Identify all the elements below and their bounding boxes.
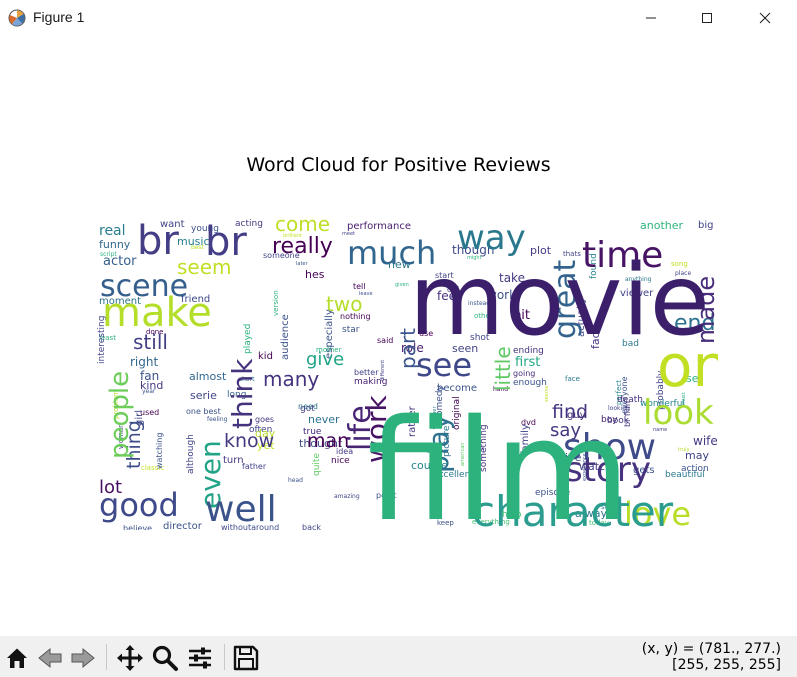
minimize-button[interactable] xyxy=(628,0,674,36)
word-later: later xyxy=(296,261,308,267)
word-making: making xyxy=(354,377,387,387)
pan-button[interactable] xyxy=(116,644,144,672)
configure-subplots-icon xyxy=(189,647,211,669)
word-br: br xyxy=(137,219,179,264)
maximize-button[interactable] xyxy=(684,0,730,36)
back-button[interactable] xyxy=(36,644,64,672)
word-hes: hes xyxy=(305,268,325,281)
word-really: really xyxy=(272,234,333,259)
word-right: right xyxy=(130,355,158,369)
word-head: head xyxy=(288,477,303,484)
word-amazing: amazing xyxy=(334,493,360,500)
word-believe: believe xyxy=(123,524,152,530)
word-well: well xyxy=(205,489,277,530)
word-funny: funny xyxy=(99,238,131,251)
word-actor: actor xyxy=(103,254,137,269)
word-many: many xyxy=(263,367,319,391)
word-feeling: feeling xyxy=(207,416,228,423)
save-icon xyxy=(233,645,259,671)
word-almost: almost xyxy=(189,370,227,383)
word-never: never xyxy=(308,413,340,426)
toolbar-separator xyxy=(224,644,225,670)
word-another: another xyxy=(640,219,683,232)
word-two: two xyxy=(326,292,362,316)
word-wife: wife xyxy=(693,434,718,448)
title-bar: Figure 1 xyxy=(0,0,797,36)
forward-button[interactable] xyxy=(69,644,97,672)
word-quite: quite xyxy=(312,453,322,476)
word-good: good xyxy=(99,486,179,524)
word-br-2: br xyxy=(205,219,247,265)
word-given: given xyxy=(395,282,409,288)
word-kid: kid xyxy=(258,351,273,362)
home-button[interactable] xyxy=(3,644,31,672)
word-beautiful: beautiful xyxy=(665,470,705,480)
word-star: star xyxy=(342,325,360,335)
word-may: may xyxy=(685,449,709,462)
toolbar-separator xyxy=(106,644,107,670)
word-audience: audience xyxy=(280,314,291,360)
zoom-icon xyxy=(152,645,178,671)
word-watching: watching xyxy=(155,433,164,469)
word-know: know xyxy=(224,430,274,452)
home-icon xyxy=(7,648,27,668)
word-tell: tell xyxy=(353,282,366,291)
word-said: said xyxy=(377,336,393,345)
forward-icon xyxy=(71,647,95,669)
word-think: think xyxy=(226,358,259,429)
navigation-toolbar: (x, y) = (781., 277.) [255, 255, 255] xyxy=(0,636,797,677)
word-cloud-image: truly must brilliant meet later given leave may… xyxy=(97,219,718,530)
maximize-icon xyxy=(702,13,712,23)
word-serie: serie xyxy=(190,389,217,402)
pan-icon xyxy=(117,645,143,671)
word-fan: fan xyxy=(140,369,159,383)
cursor-pixel-value: [255, 255, 255] xyxy=(672,657,781,673)
word-father: father xyxy=(242,462,267,471)
word-people: people xyxy=(105,371,135,459)
word-enough: enough xyxy=(513,378,547,388)
cursor-xy: (x, y) = (781., 277.) xyxy=(641,641,781,657)
save-button[interactable] xyxy=(232,644,260,672)
word-performance: performance xyxy=(347,221,411,232)
word-going: going xyxy=(513,369,535,378)
word-version: version xyxy=(272,290,280,316)
back-icon xyxy=(38,647,62,669)
minimize-icon xyxy=(646,17,656,19)
window-title: Figure 1 xyxy=(33,9,85,25)
figure-canvas[interactable]: Word Cloud for Positive Reviews truly mus… xyxy=(0,36,797,636)
word-film: film xyxy=(367,390,630,530)
word-big: big xyxy=(698,220,713,231)
word-face: face xyxy=(565,375,580,383)
word-played: played xyxy=(243,324,253,354)
configure-subplots-button[interactable] xyxy=(186,644,214,672)
word-movie: movie xyxy=(409,244,710,358)
close-icon xyxy=(759,12,771,24)
word-cloud-svg: trulymustbrilliant meetlatergivenleave may… xyxy=(97,219,718,530)
cursor-coordinates-readout: (x, y) = (781., 277.) [255, 255, 255] xyxy=(642,641,781,673)
word-back: back xyxy=(302,523,321,530)
close-button[interactable] xyxy=(742,0,788,36)
word-better: better xyxy=(354,368,379,377)
word-make: make xyxy=(102,290,212,336)
word-one-best: one best xyxy=(186,407,221,416)
zoom-button[interactable] xyxy=(151,644,179,672)
word-nice: nice xyxy=(331,456,350,466)
word-real: real xyxy=(99,223,126,239)
matplotlib-logo-icon xyxy=(8,9,26,27)
plot-title: Word Cloud for Positive Reviews xyxy=(246,154,551,176)
